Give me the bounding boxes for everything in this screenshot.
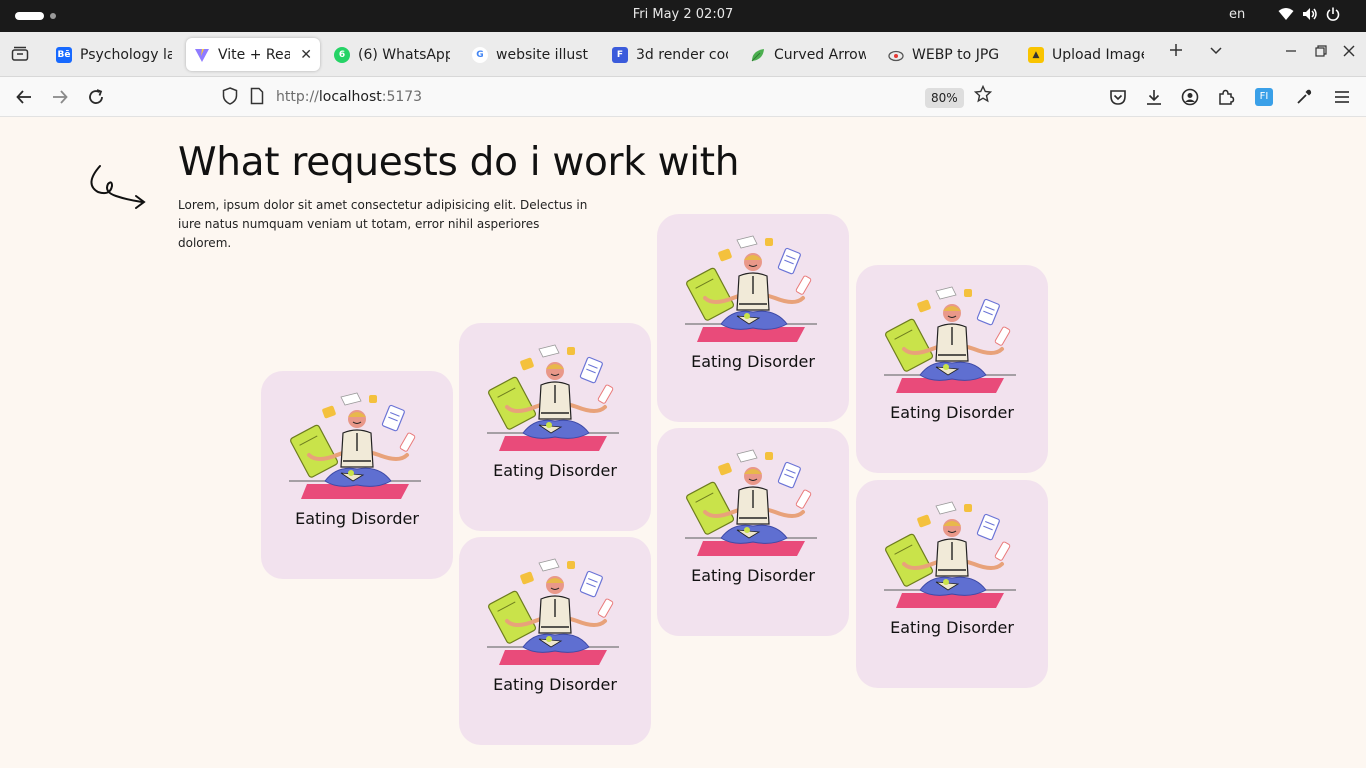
request-card[interactable]: Eating Disorder [459,323,651,531]
card-label: Eating Disorder [691,352,815,371]
card-label: Eating Disorder [493,675,617,694]
power-icon [1326,7,1340,25]
tab-title: website illustra [496,46,588,63]
request-card[interactable]: Eating Disorder [657,214,849,422]
system-tray[interactable] [1278,7,1340,25]
wifi-icon [1278,7,1294,25]
font-extension-icon[interactable]: FI [1252,85,1276,109]
tab-title: 3d render code [636,46,728,63]
back-icon[interactable] [12,85,36,109]
upload-icon: ▲ [1028,46,1044,63]
card-label: Eating Disorder [890,618,1014,637]
extensions-icon[interactable] [1214,85,1238,109]
page-content: What requests do i work with Lorem, ipsu… [0,118,1366,768]
reload-icon[interactable] [84,85,108,109]
close-window-icon[interactable] [1342,42,1356,63]
tab-title: Vite + React [218,46,291,63]
page-description: Lorem, ipsum dolor sit amet consectetur … [178,198,588,250]
account-icon[interactable] [1178,85,1202,109]
bookmark-star-icon[interactable] [973,84,993,108]
url-bar[interactable]: http://localhost:5173 80% [212,81,1002,113]
form-icon: F [612,46,628,63]
tab-vite-react[interactable]: Vite + React ✕ [186,38,320,71]
menu-icon[interactable] [1330,85,1354,109]
tab-title: Upload Image [1052,46,1144,63]
page-title: What requests do i work with [178,140,740,185]
os-top-bar: Fri May 2 02:07 en [0,0,1366,32]
behance-icon: Bē [56,46,72,63]
tab-list-icon[interactable] [8,42,32,66]
shield-icon[interactable] [222,87,238,109]
vite-icon [194,47,210,63]
restore-icon[interactable] [1314,42,1328,63]
card-label: Eating Disorder [295,509,419,528]
keyboard-language[interactable]: en [1229,7,1245,22]
tab-curved-arrow[interactable]: Curved Arrow [742,38,874,71]
leaf-icon [750,47,766,63]
card-label: Eating Disorder [890,403,1014,422]
request-card[interactable]: Eating Disorder [657,428,849,636]
new-tab-icon[interactable] [1168,42,1184,63]
cloud-icon [888,47,904,63]
volume-icon [1302,7,1318,25]
zoom-level-badge[interactable]: 80% [925,88,964,108]
download-icon[interactable] [1142,85,1166,109]
page-icon[interactable] [250,87,264,109]
card-label: Eating Disorder [691,566,815,585]
navigation-toolbar: http://localhost:5173 80% FI [0,77,1366,117]
browser-tab-strip: Bē Psychology lan Vite + React ✕ 6 (6) W… [0,32,1366,77]
tab-title: (6) WhatsApp [358,46,450,63]
chevron-down-icon[interactable] [1208,42,1224,63]
eyedropper-icon[interactable] [1292,85,1316,109]
request-card[interactable]: Eating Disorder [261,371,453,579]
close-icon[interactable]: ✕ [300,47,312,63]
system-clock[interactable]: Fri May 2 02:07 [0,7,1366,22]
tab-psychology[interactable]: Bē Psychology lan [48,38,180,71]
request-card[interactable]: Eating Disorder [856,480,1048,688]
tab-title: Curved Arrow [774,46,866,63]
minimize-icon[interactable] [1284,42,1298,63]
tab-upload-image[interactable]: ▲ Upload Image [1020,38,1152,71]
tab-webp-to-jpg[interactable]: WEBP to JPG [880,38,1012,71]
whatsapp-icon: 6 [334,46,350,63]
forward-icon[interactable] [48,85,72,109]
pocket-icon[interactable] [1106,85,1130,109]
tab-title: Psychology lan [80,46,172,63]
card-label: Eating Disorder [493,461,617,480]
url-text[interactable]: http://localhost:5173 [276,89,422,105]
tab-title: WEBP to JPG [912,46,1000,63]
request-card[interactable]: Eating Disorder [856,265,1048,473]
curved-arrow-icon [86,162,150,218]
tab-whatsapp[interactable]: 6 (6) WhatsApp [326,38,458,71]
tab-3d-render[interactable]: F 3d render code [604,38,736,71]
request-card[interactable]: Eating Disorder [459,537,651,745]
tab-website-illustration[interactable]: G website illustra [464,38,596,71]
google-icon: G [472,46,488,63]
